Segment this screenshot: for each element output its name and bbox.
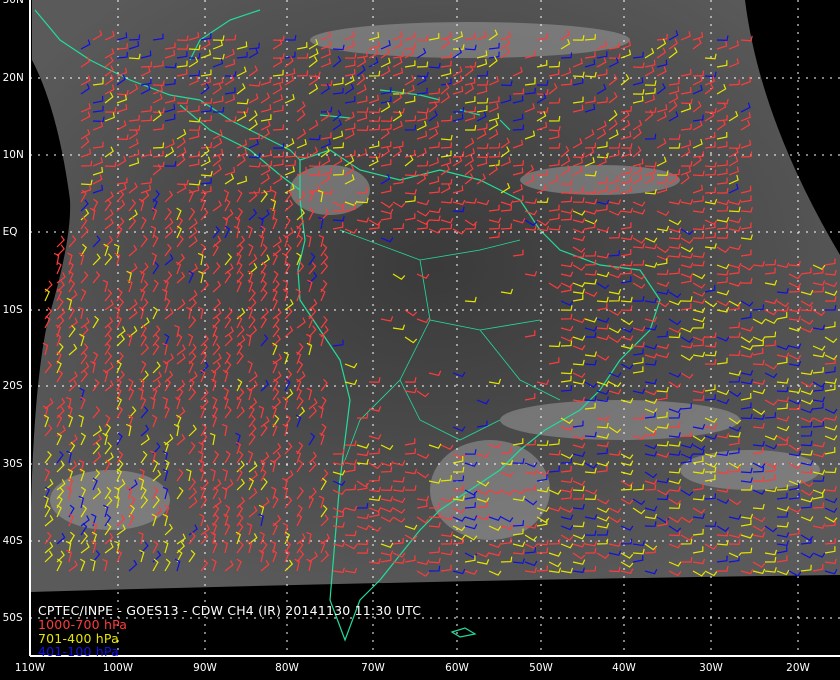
satellite-map — [29, 0, 840, 657]
lon-label: 80W — [275, 661, 299, 674]
wind-barb — [56, 235, 65, 248]
lon-label: 30W — [699, 661, 723, 674]
lon-label: 100W — [102, 661, 134, 674]
map-title: CPTEC/INPE - GOES13 - CDW CH4 (IR) 20141… — [38, 603, 422, 618]
lat-label: 10S — [2, 303, 23, 316]
lat-label: 20N — [2, 71, 24, 84]
legend-low-level: 1000-700 hPa — [38, 617, 128, 632]
lon-label: 40W — [612, 661, 636, 674]
lat-label: 40S — [2, 534, 23, 547]
cloud — [50, 470, 170, 530]
lat-label: 30S — [2, 457, 23, 470]
lon-label: 60W — [445, 661, 469, 674]
lon-label: 50W — [529, 661, 553, 674]
lon-label: 20W — [786, 661, 810, 674]
lon-label: 90W — [193, 661, 217, 674]
lon-label: 70W — [361, 661, 385, 674]
lon-label: 110W — [14, 661, 46, 674]
lat-label: 30N — [3, 0, 28, 6]
lat-label: EQ — [2, 225, 18, 238]
lat-label: 10N — [2, 148, 24, 161]
falkland-islands — [450, 627, 477, 638]
legend-high-level: 401-100 hPa — [38, 644, 119, 659]
lat-label: 50S — [2, 611, 23, 624]
lat-label: 20S — [2, 379, 23, 392]
cloud — [500, 400, 740, 440]
